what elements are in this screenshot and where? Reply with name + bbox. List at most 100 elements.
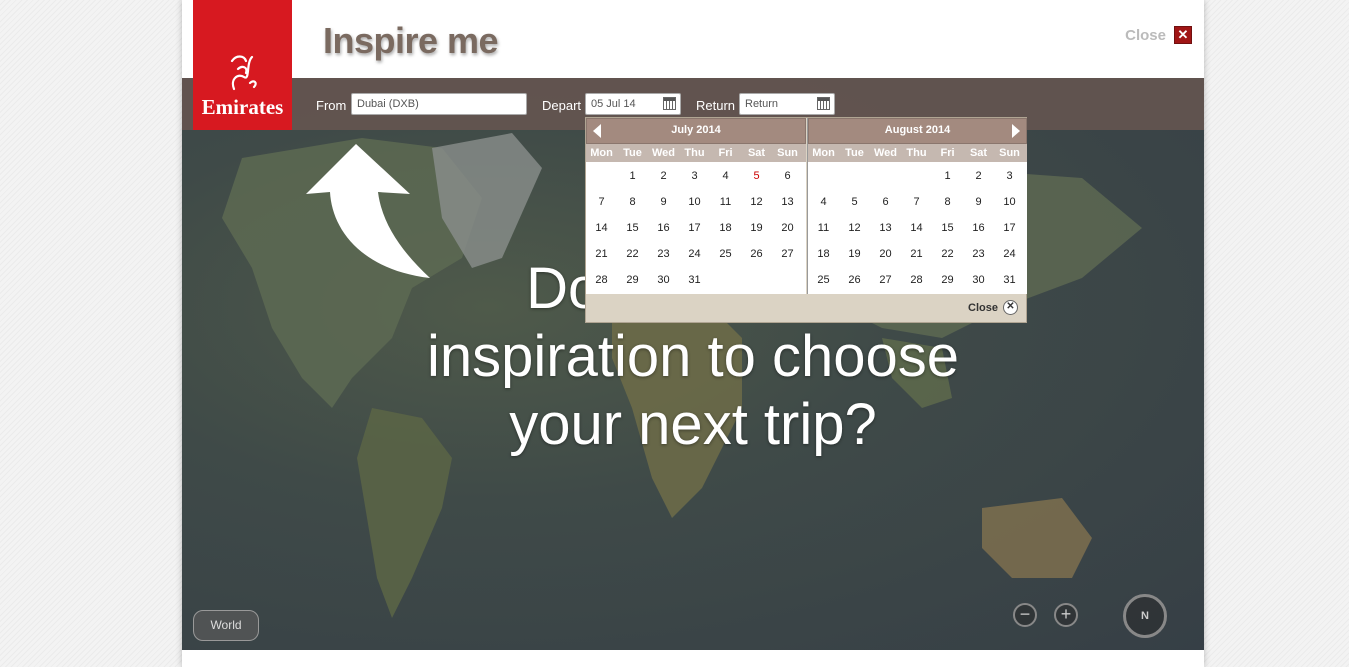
weekday-label: Thu [684,147,705,159]
selected-day[interactable]: 5 [741,163,772,189]
day-cell[interactable]: 30 [648,267,679,293]
headline-line-2: inspiration to choose [427,324,959,389]
compass-icon[interactable]: N [1123,594,1167,638]
day-cell[interactable]: 22 [617,241,648,267]
empty-day-cell [808,163,839,189]
day-cell[interactable]: 9 [963,189,994,215]
day-cell[interactable]: 14 [586,215,617,241]
day-cell[interactable]: 13 [772,189,803,215]
weekday-label: Wed [651,147,676,159]
day-cell[interactable]: 1 [617,163,648,189]
day-cell[interactable]: 20 [870,241,901,267]
zoom-out-button[interactable]: − [1013,603,1037,627]
day-cell[interactable]: 14 [901,215,932,241]
day-cell[interactable]: 27 [870,267,901,293]
day-cell[interactable]: 19 [839,241,870,267]
day-cell[interactable]: 23 [648,241,679,267]
day-grid: 1 2 3 4 5 6 7 8 9 10 11 12 13 14 15 16 17 18 19 20 21 22 23 24 2… [808,162,1027,293]
day-cell[interactable]: 28 [901,267,932,293]
day-cell[interactable]: 3 [994,163,1025,189]
day-cell[interactable]: 19 [741,215,772,241]
day-cell[interactable]: 7 [901,189,932,215]
close-button[interactable]: Close ✕ [1125,26,1192,44]
day-cell[interactable]: 17 [679,215,710,241]
weekday-label: Fri [940,147,955,159]
month-panel-july: July 2014 Mon Tue Wed Thu Fri Sat Sun 12345678… [586,118,806,294]
day-cell[interactable]: 29 [617,267,648,293]
weekday-row: Mon Tue Wed Thu Fri Sat Sun [586,144,806,162]
day-cell[interactable]: 2 [648,163,679,189]
day-cell[interactable]: 18 [808,241,839,267]
close-circle-icon[interactable]: ✕ [1003,300,1018,315]
day-cell[interactable]: 15 [932,215,963,241]
day-cell[interactable]: 21 [586,241,617,267]
calendar-close-label: Close [968,301,998,314]
day-cell[interactable]: 6 [870,189,901,215]
day-cell[interactable]: 4 [808,189,839,215]
empty-day-cell [839,163,870,189]
day-cell[interactable]: 1 [932,163,963,189]
depart-label: Depart [542,98,582,113]
day-cell[interactable]: 9 [648,189,679,215]
day-cell[interactable]: 26 [839,267,870,293]
prev-month-icon[interactable] [593,124,601,138]
day-cell[interactable]: 15 [617,215,648,241]
day-cell[interactable]: 8 [617,189,648,215]
calendar-icon[interactable] [663,97,676,110]
day-cell[interactable]: 26 [741,241,772,267]
empty-day-cell [901,163,932,189]
day-cell[interactable]: 12 [741,189,772,215]
day-cell[interactable]: 12 [839,215,870,241]
calendar-close-button[interactable]: Close ✕ [968,300,1018,315]
day-cell[interactable]: 2 [963,163,994,189]
day-cell[interactable]: 23 [963,241,994,267]
day-cell[interactable]: 29 [932,267,963,293]
weekday-label: Sat [747,147,766,159]
day-cell[interactable]: 3 [679,163,710,189]
day-cell[interactable]: 18 [710,215,741,241]
day-cell[interactable]: 8 [932,189,963,215]
day-cell[interactable]: 24 [679,241,710,267]
depart-date-value: 05 Jul 14 [591,98,636,110]
next-month-icon[interactable] [1012,124,1020,138]
month-header: August 2014 [808,118,1027,144]
day-cell[interactable]: 28 [586,267,617,293]
calendar-icon[interactable] [817,97,830,110]
day-cell[interactable]: 16 [648,215,679,241]
day-cell[interactable]: 13 [870,215,901,241]
day-cell[interactable]: 31 [994,267,1025,293]
from-label: From [316,98,347,113]
zoom-in-button[interactable]: + [1054,603,1078,627]
month-title: August 2014 [884,124,951,136]
date-picker-popup: July 2014 Mon Tue Wed Thu Fri Sat Sun 12345678… [585,117,1027,323]
day-cell[interactable]: 10 [679,189,710,215]
day-cell[interactable]: 20 [772,215,803,241]
day-cell[interactable]: 21 [901,241,932,267]
day-cell[interactable]: 11 [710,189,741,215]
day-cell[interactable]: 7 [586,189,617,215]
day-cell[interactable]: 22 [932,241,963,267]
day-cell[interactable]: 5 [839,189,870,215]
from-input[interactable]: Dubai (DXB) [351,93,527,115]
world-button[interactable]: World [193,610,259,641]
return-date-input[interactable]: Return [739,93,835,115]
depart-date-input[interactable]: 05 Jul 14 [585,93,681,115]
emirates-logo[interactable]: Emirates [193,0,292,130]
day-cell[interactable]: 10 [994,189,1025,215]
day-cell[interactable]: 16 [963,215,994,241]
empty-day-cell [586,163,617,189]
headline-line-3: your next trip? [509,392,877,457]
day-cell[interactable]: 24 [994,241,1025,267]
day-cell[interactable]: 11 [808,215,839,241]
day-cell[interactable]: 25 [710,241,741,267]
close-icon[interactable]: ✕ [1174,26,1192,44]
day-cell[interactable]: 30 [963,267,994,293]
day-cell[interactable]: 27 [772,241,803,267]
day-cell[interactable]: 4 [710,163,741,189]
day-cell[interactable]: 17 [994,215,1025,241]
day-cell[interactable]: 6 [772,163,803,189]
day-cell[interactable]: 25 [808,267,839,293]
day-cell[interactable]: 31 [679,267,710,293]
modal-header: Inspire me Close ✕ [182,0,1204,78]
logo-wordmark: Emirates [201,95,284,119]
